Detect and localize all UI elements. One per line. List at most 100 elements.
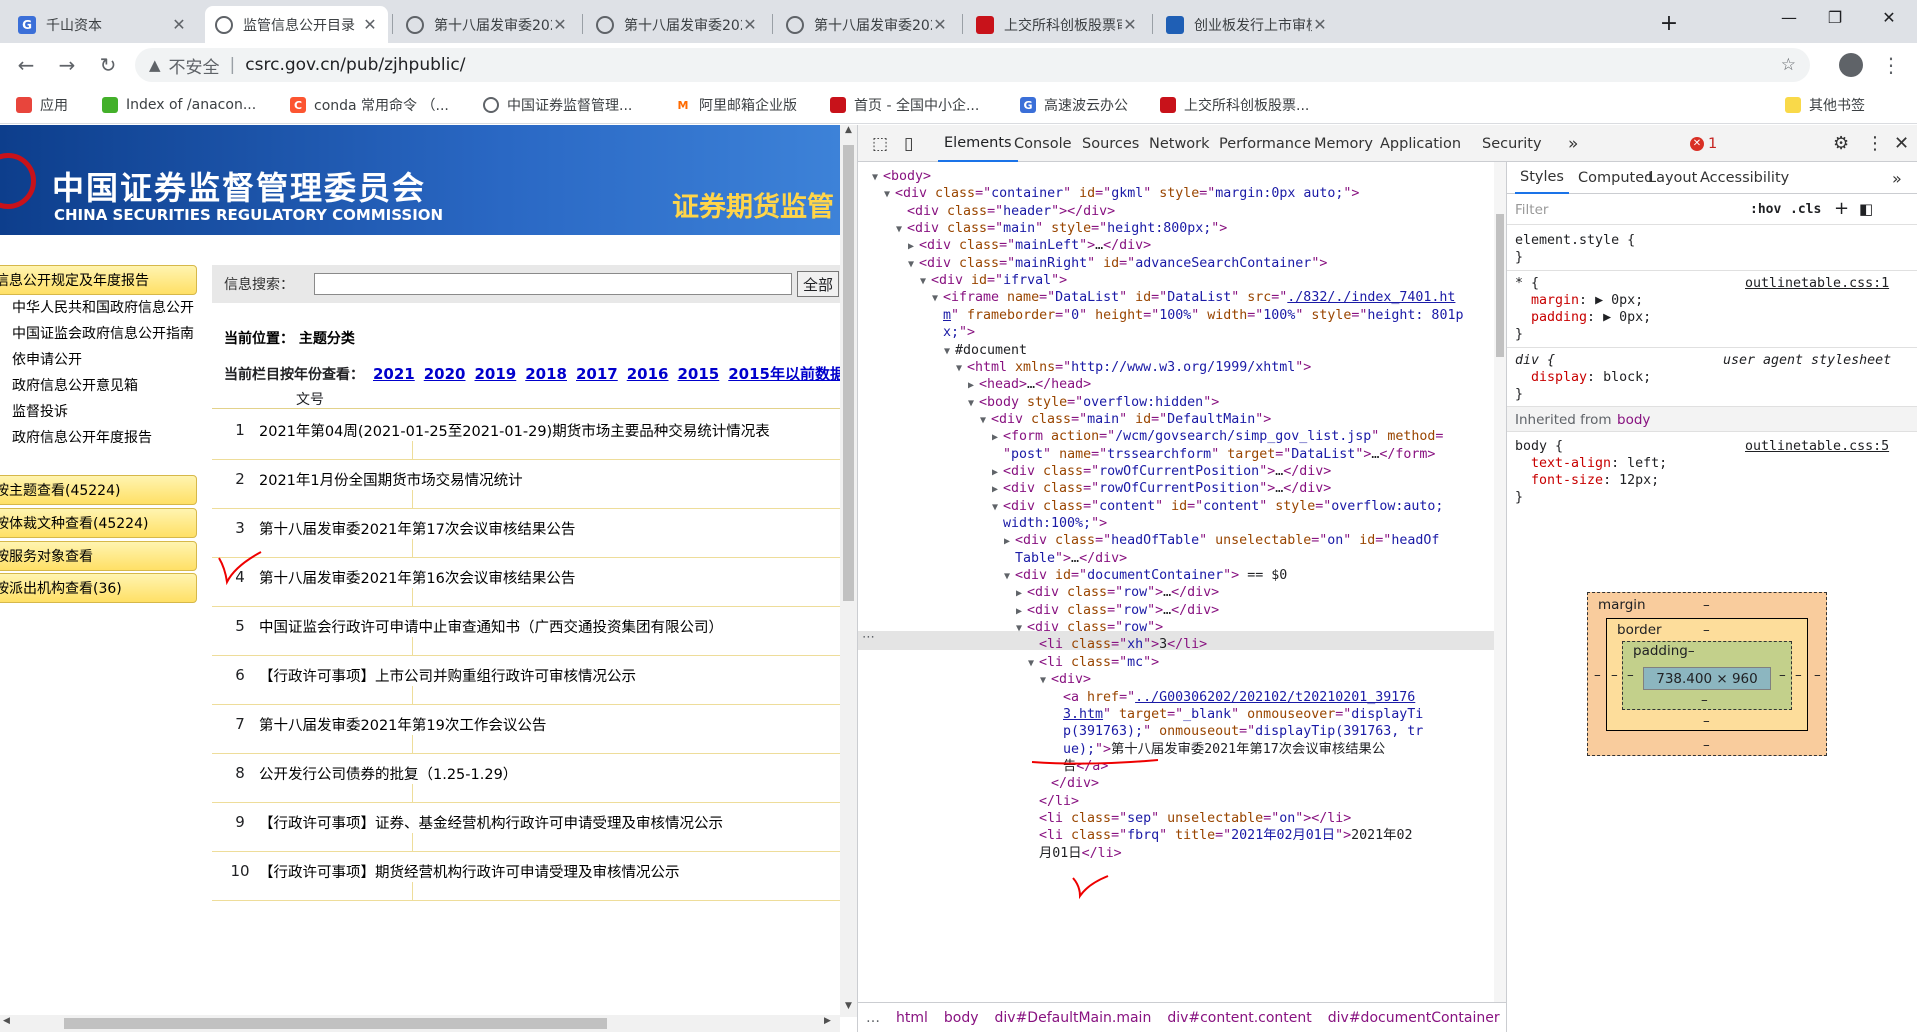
css-value[interactable]: ▶ 0px; [1595, 293, 1643, 308]
breadcrumb-item[interactable]: html [896, 1010, 928, 1026]
search-input[interactable] [314, 273, 792, 295]
search-scope-select[interactable]: 全部 [797, 271, 840, 297]
scroll-right-icon[interactable]: ▶ [824, 1016, 831, 1026]
row-title-link[interactable]: 公开发行公司债券的批复（1.25-1.29） [259, 763, 517, 784]
expand-arrow-icon[interactable]: ▶ [968, 377, 979, 394]
css-value[interactable]: block; [1603, 370, 1651, 385]
bookmark-item[interactable]: 上交所科创板股票... [1160, 86, 1309, 124]
year-link[interactable]: 2021 [373, 365, 415, 383]
css-value[interactable]: left; [1627, 456, 1667, 471]
dom-node-line[interactable]: Table">…</div> [1004, 550, 1127, 567]
settings-gear-icon[interactable]: ⚙ [1833, 125, 1849, 162]
close-icon[interactable]: ✕ [171, 15, 187, 34]
css-value[interactable]: ▶ 0px; [1603, 310, 1651, 325]
breadcrumb-item[interactable]: div#DefaultMain.main [995, 1010, 1152, 1026]
styles-tab-styles[interactable]: Styles [1515, 162, 1569, 194]
devtools-tab-sources[interactable]: Sources [1076, 125, 1145, 162]
new-tab-button[interactable]: + [1646, 6, 1692, 40]
dom-node-line[interactable]: ▶ <div class="headOfTable" unselectable="… [1004, 532, 1439, 550]
year-link[interactable]: 2017 [576, 365, 618, 383]
profile-avatar[interactable] [1835, 49, 1867, 81]
bookmark-item[interactable]: 其他书签 [1785, 86, 1865, 124]
expand-arrow-icon[interactable]: ▶ [992, 429, 1003, 446]
scrollbar-thumb[interactable] [843, 145, 854, 601]
dom-node-line[interactable]: <li class="fbrq" title="2021年02月01日">202… [1028, 827, 1412, 844]
scroll-down-icon[interactable]: ▼ [843, 1001, 854, 1017]
devtools-tab-application[interactable]: Application [1374, 125, 1467, 162]
devtools-tab-console[interactable]: Console [1008, 125, 1078, 162]
css-property[interactable]: margin [1531, 293, 1579, 308]
styles-tab-accessibility[interactable]: Accessibility [1695, 162, 1794, 194]
year-link[interactable]: 2019 [475, 365, 517, 383]
reload-button[interactable]: ↻ [92, 49, 124, 81]
css-property[interactable]: padding [1531, 310, 1587, 325]
dom-node-line[interactable]: "post" name="trssearchform" target="Data… [992, 446, 1435, 463]
rule3-source-link[interactable]: outlinetable.css:5 [1745, 438, 1889, 455]
nav-link[interactable]: 监督投诉 [12, 401, 68, 421]
inherited-element[interactable]: body [1617, 412, 1650, 428]
expand-arrow-icon[interactable]: ▼ [932, 290, 943, 307]
browser-tab[interactable]: 第十八届发审委2021年✕ [776, 6, 958, 43]
row-title-link[interactable]: 【行政许可事项】期货经营机构行政许可申请受理及审核情况公示 [259, 861, 680, 882]
year-link[interactable]: 2015年以前数据 [728, 365, 840, 383]
row-title-link[interactable]: 第十八届发审委2021年第17次会议审核结果公告 [259, 518, 575, 539]
dom-node-line[interactable]: ▼ <body> [872, 168, 931, 186]
page-vertical-scrollbar[interactable]: ▲ ▼ [840, 125, 857, 1017]
close-icon[interactable]: ✕ [1122, 15, 1138, 34]
breadcrumb-item[interactable]: div#content.content [1167, 1010, 1311, 1026]
dom-node-line[interactable]: ▶ <div class="rowOfCurrentPosition">…</di… [992, 463, 1331, 481]
close-icon[interactable]: ✕ [362, 15, 378, 34]
css-property[interactable]: font-size [1531, 473, 1603, 488]
expand-arrow-icon[interactable]: ▶ [1016, 603, 1027, 620]
dom-node-line[interactable]: width:100%;"> [992, 515, 1107, 532]
close-icon[interactable]: ✕ [1312, 15, 1328, 34]
devtools-menu-icon[interactable]: ⋮ [1866, 125, 1884, 162]
scroll-up-icon[interactable]: ▲ [843, 125, 854, 141]
row-title-link[interactable]: 【行政许可事项】上市公司并购重组行政许可审核情况公示 [259, 665, 636, 686]
year-link[interactable]: 2018 [525, 365, 567, 383]
star-icon[interactable]: ☆ [1781, 55, 1796, 75]
address-bar[interactable]: ▲ 不安全 | csrc.gov.cn/pub/zjhpublic/ ☆ [135, 48, 1810, 82]
dom-node-line[interactable]: 3.htm" target="_blank" onmouseover="disp… [1052, 706, 1423, 723]
styles-more-tabs[interactable]: » [1892, 162, 1902, 194]
dom-node-line[interactable]: ▼ #document [944, 342, 1027, 360]
dom-node-line[interactable]: <div class="header"></div> [896, 203, 1115, 220]
css-declaration[interactable]: display: block; [1531, 369, 1651, 386]
devtools-tab-memory[interactable]: Memory [1308, 125, 1379, 162]
dom-node-line[interactable]: ▼ <div class="main" id="DefaultMain"> [980, 411, 1271, 429]
close-icon[interactable]: ✕ [552, 15, 568, 34]
scroll-left-icon[interactable]: ◀ [3, 1016, 10, 1026]
breadcrumb-item[interactable]: div#documentContainer [1328, 1010, 1500, 1026]
row-title-link[interactable]: 第十八届发审委2021年第19次工作会议公告 [259, 714, 546, 735]
css-declaration[interactable]: font-size: 12px; [1531, 472, 1659, 489]
dom-node-line[interactable]: ▼ <html xmlns="http://www.w3.org/1999/xht… [956, 359, 1311, 377]
expand-arrow-icon[interactable]: ▶ [1004, 533, 1015, 550]
browser-tab[interactable]: G 千山资本 ✕ [8, 6, 197, 43]
toggle-sidebar-icon[interactable]: ◧ [1859, 200, 1873, 218]
expand-arrow-icon[interactable]: ▼ [992, 499, 1003, 516]
expand-arrow-icon[interactable]: ▼ [944, 343, 955, 360]
hov-toggle[interactable]: :hov [1750, 202, 1781, 217]
minimize-icon[interactable]: — [1766, 0, 1812, 34]
h-scrollbar-thumb[interactable] [64, 1018, 607, 1029]
dom-node-line[interactable]: ▼ <div id="ifrval"> [920, 272, 1067, 290]
dom-node-line[interactable]: </div> [1040, 775, 1099, 792]
dom-node-line[interactable]: ▼ <div class="main" style="height:800px;"… [896, 220, 1227, 238]
expand-arrow-icon[interactable]: ▶ [1016, 585, 1027, 602]
dom-node-line[interactable]: ▼ <div class="mainRight" id="advanceSearc… [908, 255, 1327, 273]
close-devtools-icon[interactable]: ✕ [1894, 125, 1909, 162]
expand-arrow-icon[interactable]: ▼ [908, 256, 919, 273]
dom-node-line[interactable]: x;"> [932, 324, 975, 341]
browser-tab[interactable]: 创业板发行上市审核信✕ [1156, 6, 1338, 43]
error-badge[interactable]: ✕ 1 [1690, 125, 1717, 162]
dom-node-line[interactable]: ▼ <body style="overflow:hidden"> [968, 394, 1219, 412]
breadcrumb-more[interactable]: … [866, 1010, 880, 1026]
expand-arrow-icon[interactable]: ▼ [980, 412, 991, 429]
row-title-link[interactable]: 中国证监会行政许可申请中止审查通知书（广西交通投资集团有限公司） [259, 616, 723, 637]
browser-menu-button[interactable]: ⋮ [1875, 49, 1907, 81]
dom-node-line[interactable]: ▶ <head>…</head> [968, 376, 1091, 394]
expand-arrow-icon[interactable]: ▼ [920, 273, 931, 290]
expand-arrow-icon[interactable]: ▼ [956, 360, 967, 377]
device-toolbar-icon[interactable]: ▯ [904, 125, 913, 162]
elements-scrollbar[interactable] [1494, 162, 1506, 1002]
